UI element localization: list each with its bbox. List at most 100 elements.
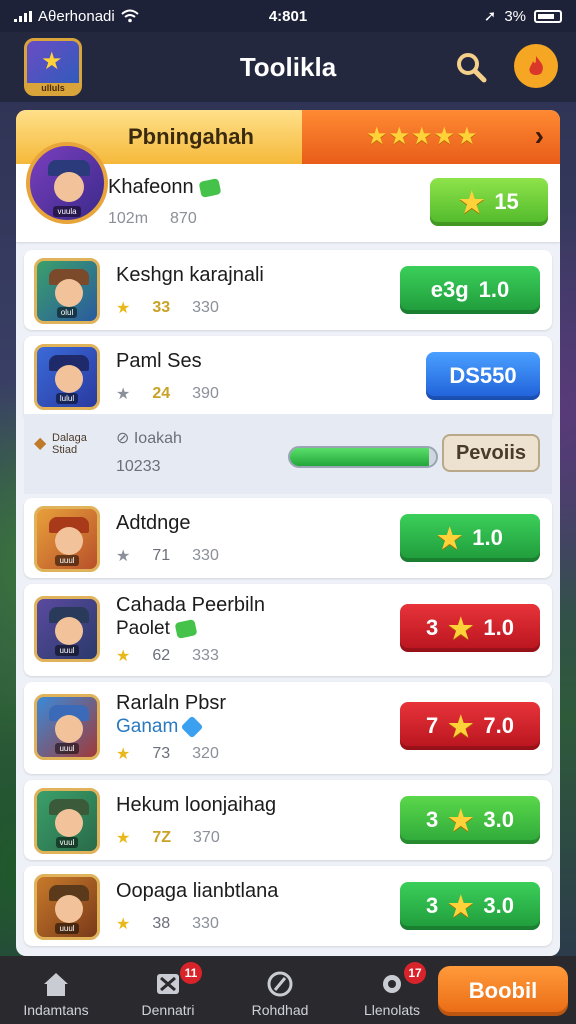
reward-button[interactable]: 3 ★ 3.0 xyxy=(400,882,540,930)
list-item[interactable]: olul Keshgn karajnali ★ 33 330 e3g 1.0 xyxy=(24,250,552,330)
gear-icon xyxy=(383,975,401,993)
nav-item-social[interactable]: 17 Llenolats xyxy=(336,962,448,1018)
star-icon: ★ xyxy=(448,804,474,836)
nav-label: Indamtans xyxy=(23,1002,89,1018)
leaderboard-panel: Pbningahah ★★★★★ › vuula Khafeonn 102m 87… xyxy=(16,110,560,956)
notification-badge: 11 xyxy=(180,962,202,984)
wifi-icon xyxy=(121,9,139,23)
home-icon xyxy=(44,973,68,996)
notification-badge: 17 xyxy=(404,962,426,984)
status-bar: Aθerhonadi 4:801 ➚ 3% xyxy=(0,0,576,32)
logo-label: ulluls xyxy=(27,83,79,93)
avatar: lulul xyxy=(34,344,100,410)
reward-button[interactable]: 3 ★ 1.0 xyxy=(400,604,540,652)
avatar: vuula xyxy=(26,142,108,224)
player-name: Adtdnge xyxy=(116,512,191,534)
avatar: olul xyxy=(34,258,100,324)
reward-button[interactable]: e3g 1.0 xyxy=(400,266,540,314)
battery-percent: 3% xyxy=(504,7,526,25)
progress-fill xyxy=(290,448,429,466)
bottom-nav: Indamtans 11 Dennatri Rohdhad 17 Llenola… xyxy=(0,956,576,1024)
reward-value: 7.0 xyxy=(483,713,514,738)
reward-prefix: 3 xyxy=(426,615,439,640)
star-icon: ★ xyxy=(116,746,131,763)
player-level: 71 xyxy=(152,547,171,564)
list-item[interactable]: uuul Oopaga lianbtlana ★ 38 330 3 ★ 3.0 xyxy=(24,866,552,946)
reward-button[interactable]: 7 ★ 7.0 xyxy=(400,702,540,750)
list-item[interactable]: lulul Paml Ses ★ 24 390 DS550 xyxy=(24,336,552,416)
avatar-tag: olul xyxy=(56,307,78,318)
player-time: 102m xyxy=(108,210,149,227)
avatar-tag: uuul xyxy=(55,743,79,754)
star-icon: ★ xyxy=(437,522,463,554)
list-item[interactable]: uuul Adtdnge ★ 71 330 ★ 1.0 xyxy=(24,498,552,578)
player-name: Rarlaln Pbsr xyxy=(116,692,227,714)
primary-action-button[interactable]: Boobil xyxy=(438,966,568,1016)
avatar-tag: uuul xyxy=(55,923,79,934)
star-icon: ★ xyxy=(116,830,131,847)
nav-label: Llenolats xyxy=(363,1002,421,1018)
list-item[interactable]: uuul Rarlaln Pbsr Ganam ★ 73 320 7 ★ 7.0 xyxy=(24,682,552,774)
player-score: 870 xyxy=(170,210,197,227)
progress-name: Ioakah xyxy=(133,430,182,447)
reward-button[interactable]: ★ 15 xyxy=(430,178,548,226)
reward-value: 3.0 xyxy=(483,807,514,832)
guild-logo: Dalaga Stiad xyxy=(34,432,102,472)
reward-button[interactable]: 3 ★ 3.0 xyxy=(400,796,540,844)
player-name: Khafeonn xyxy=(108,176,194,198)
search-icon[interactable] xyxy=(454,50,488,84)
player-level: 62 xyxy=(152,647,171,664)
status-time: 4:801 xyxy=(268,7,308,25)
nav-item-battles[interactable]: 11 Dennatri xyxy=(112,962,224,1018)
player-name: Keshgn karajnali xyxy=(116,264,264,286)
star-icon: ★ xyxy=(116,916,131,933)
preview-button[interactable]: Pevoiis xyxy=(442,434,540,472)
logo-star-icon: ★ xyxy=(41,48,63,75)
nav-item-rewards[interactable]: Rohdhad xyxy=(224,962,336,1018)
avatar: uuul xyxy=(34,694,100,760)
nav-label: Rohdhad xyxy=(251,1002,309,1018)
signal-icon xyxy=(14,10,32,22)
player-subname: Paolet xyxy=(116,618,170,639)
game-logo[interactable]: ★ ulluls xyxy=(24,38,82,96)
swords-icon xyxy=(157,974,179,994)
reward-value: 1.0 xyxy=(483,615,514,640)
nav-item-home[interactable]: Indamtans xyxy=(0,962,112,1018)
diamond-icon xyxy=(180,715,204,739)
avatar: uuul xyxy=(34,596,100,662)
list-item[interactable]: vuula Khafeonn 102m 870 ★ 15 xyxy=(16,142,560,242)
avatar-tag: uuul xyxy=(55,555,79,566)
reward-value: 3.0 xyxy=(483,893,514,918)
player-score: 330 xyxy=(192,547,219,564)
player-score: 370 xyxy=(193,829,220,846)
location-icon: ➚ xyxy=(483,8,497,25)
progress-value: 10233 xyxy=(116,458,161,475)
reward-value: DS550 xyxy=(449,363,517,388)
player-score: 330 xyxy=(192,299,219,316)
avatar-tag: uuul xyxy=(55,645,79,656)
carrier-name: Aθerhonadi xyxy=(38,7,115,25)
gem-icon xyxy=(198,177,222,198)
star-icon: ★ xyxy=(448,710,474,742)
avatar: uuul xyxy=(34,874,100,940)
player-level: 38 xyxy=(152,915,171,932)
avatar: vuul xyxy=(34,788,100,854)
reward-value: 1.0 xyxy=(472,525,503,550)
list-item[interactable]: vuul Hekum loonjaihag ★ 7Z 370 3 ★ 3.0 xyxy=(24,780,552,860)
avatar-tag: vuul xyxy=(55,837,79,848)
reward-prefix: 3 xyxy=(426,807,439,832)
gem-icon xyxy=(174,619,198,639)
reward-button[interactable]: DS550 xyxy=(426,352,540,400)
player-score: 333 xyxy=(192,647,219,664)
reward-value: 1.0 xyxy=(478,277,510,302)
list-item[interactable]: uuul Cahada Peerbiln Paolet ★ 62 333 3 ★ 1… xyxy=(24,584,552,676)
player-name: Cahada Peerbiln xyxy=(116,594,265,616)
chevron-right-icon[interactable]: › xyxy=(535,120,544,152)
reward-button[interactable]: ★ 1.0 xyxy=(400,514,540,562)
player-name: Oopaga lianbtlana xyxy=(116,880,279,902)
player-level: 24 xyxy=(152,385,171,402)
avatar: uuul xyxy=(34,506,100,572)
nav-label: Dennatri xyxy=(141,1002,195,1018)
fire-button[interactable] xyxy=(514,44,558,88)
progress-bar xyxy=(288,446,438,468)
